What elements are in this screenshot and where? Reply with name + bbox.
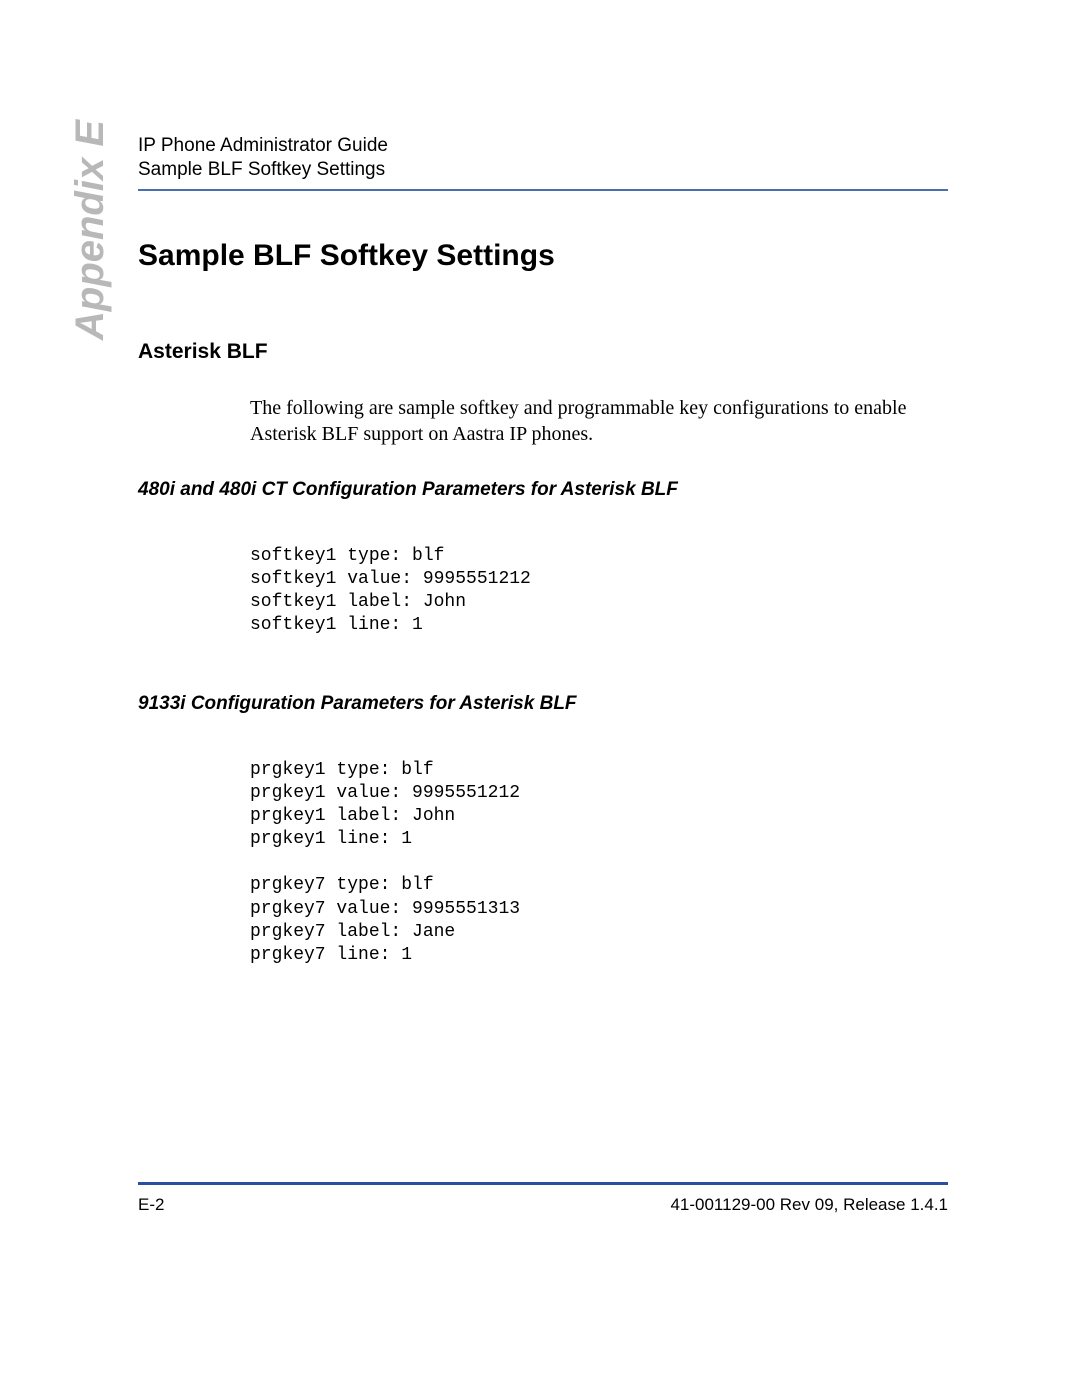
- section-body-text: The following are sample softkey and pro…: [250, 396, 948, 447]
- subsection-heading-9133i: 9133i Configuration Parameters for Aster…: [138, 693, 948, 715]
- header-divider: [138, 189, 948, 191]
- subsection-heading-480i: 480i and 480i CT Configuration Parameter…: [138, 479, 948, 501]
- section-heading-asterisk-blf: Asterisk BLF: [138, 340, 948, 364]
- header-guide-title: IP Phone Administrator Guide: [138, 135, 948, 157]
- page-title: Sample BLF Softkey Settings: [138, 239, 948, 273]
- appendix-sidebar-label: Appendix E: [68, 120, 113, 340]
- footer-doc-info: 41-001129-00 Rev 09, Release 1.4.1: [670, 1195, 948, 1215]
- footer-divider: [138, 1182, 948, 1185]
- code-block-9133i: prgkey1 type: blf prgkey1 value: 9995551…: [250, 759, 948, 966]
- code-block-480i: softkey1 type: blf softkey1 value: 99955…: [250, 545, 948, 637]
- footer-page-number: E-2: [138, 1195, 164, 1215]
- header-section-title: Sample BLF Softkey Settings: [138, 159, 948, 181]
